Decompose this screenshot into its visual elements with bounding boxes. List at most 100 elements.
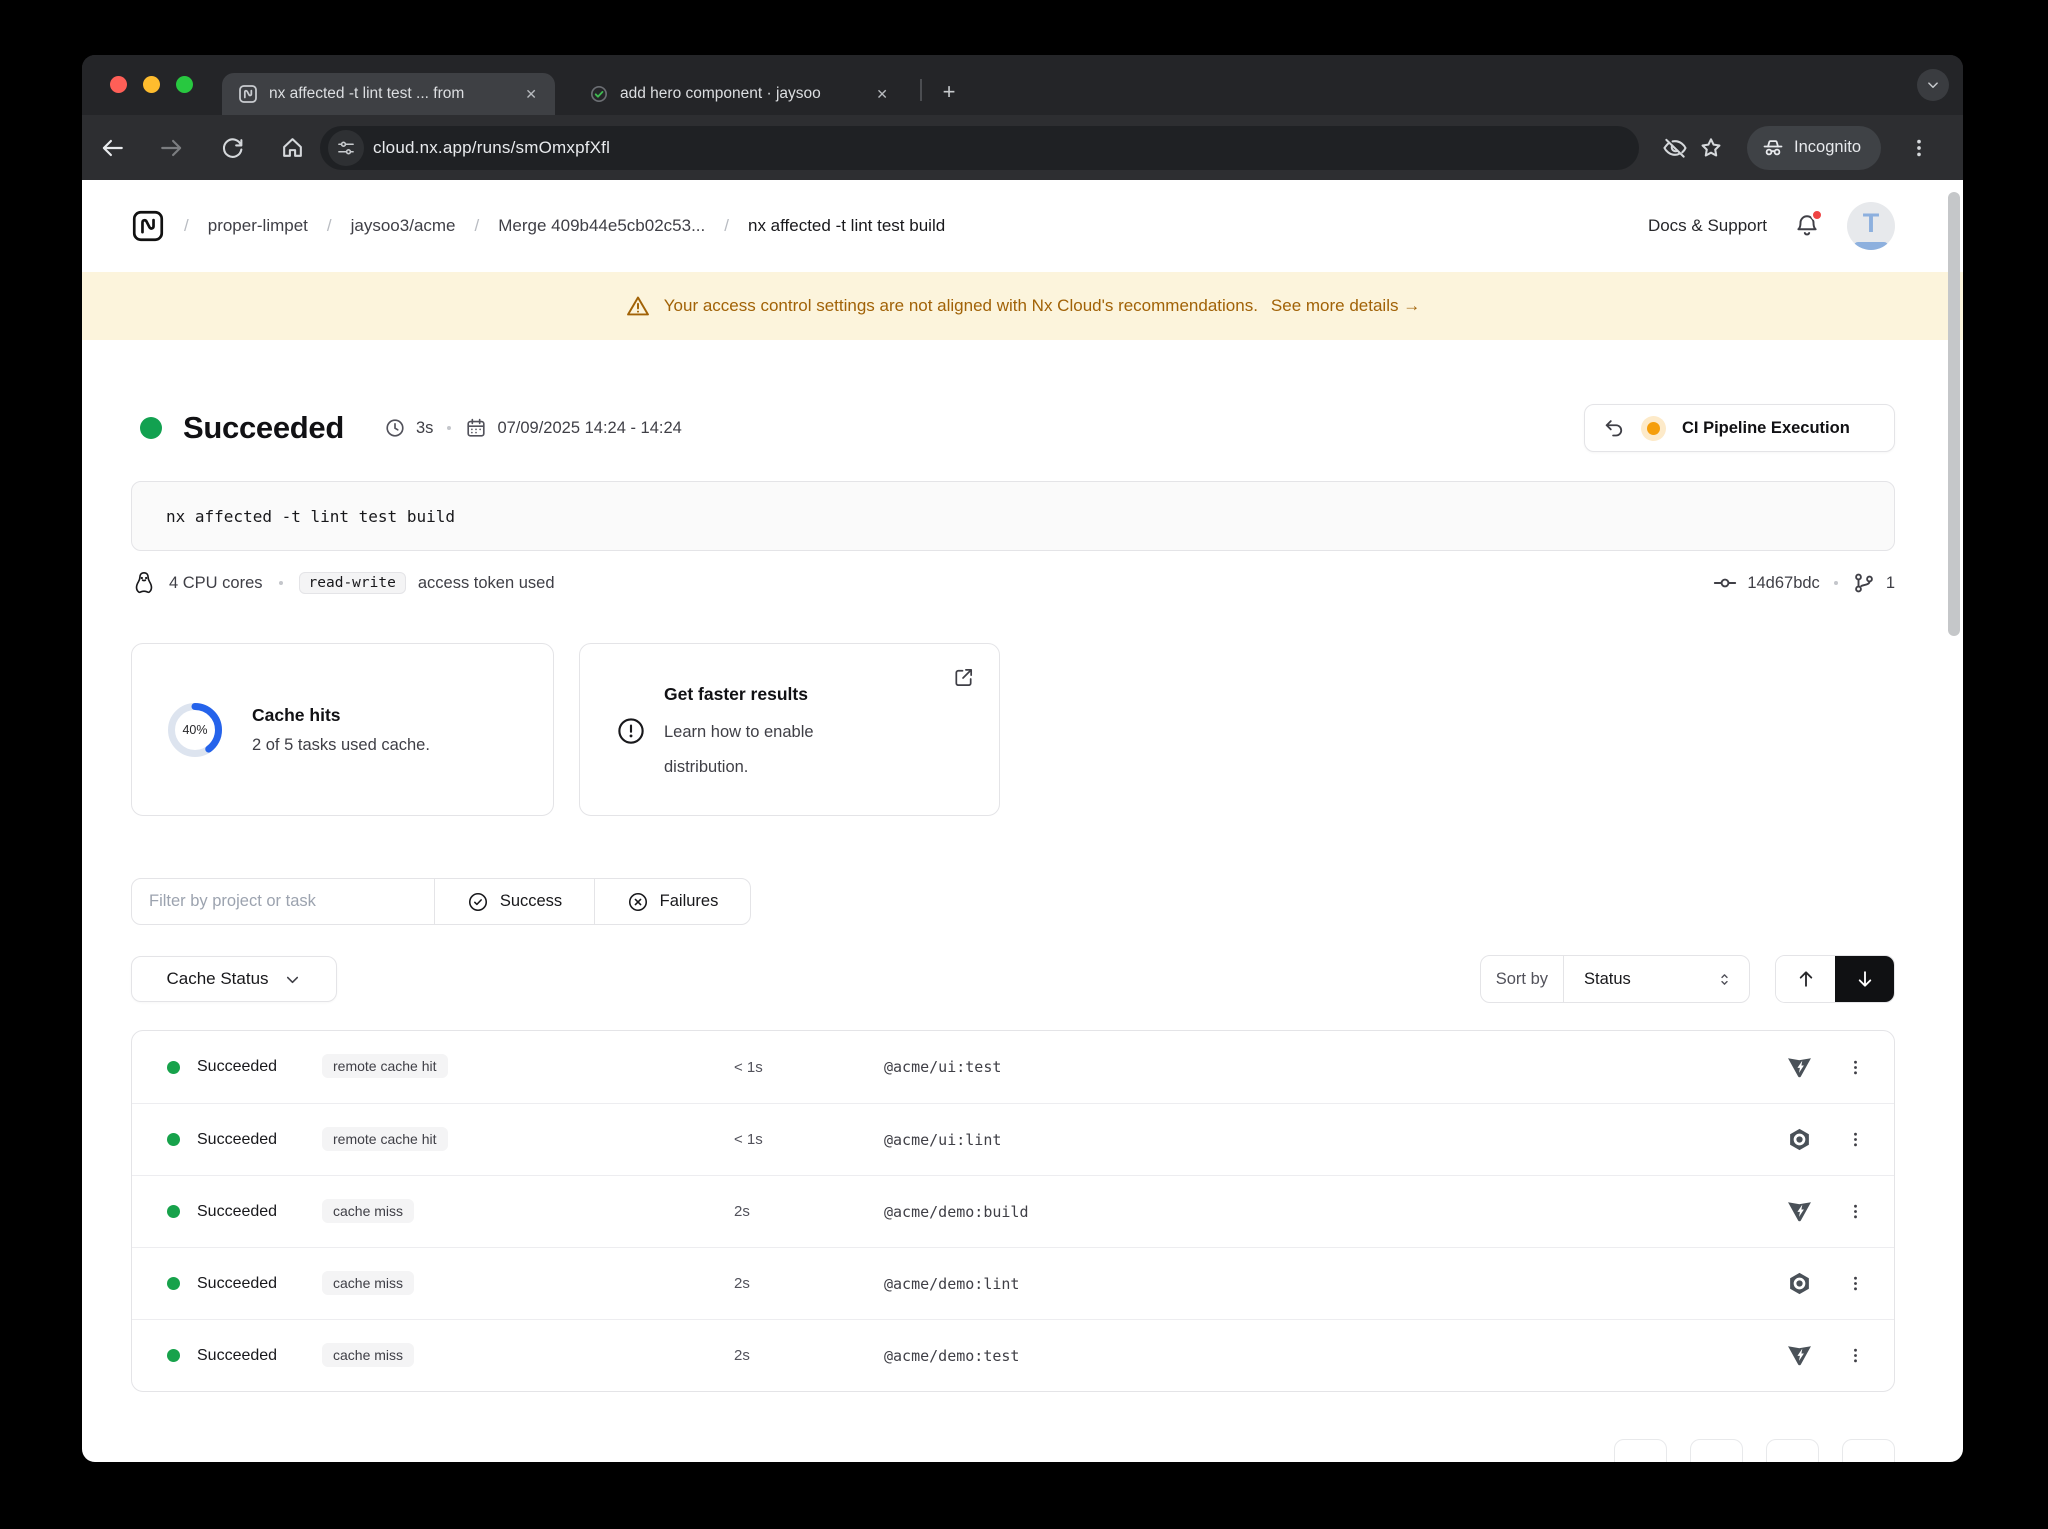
tab-close-icon[interactable]: ✕ xyxy=(872,84,892,105)
bookmark-star-icon[interactable] xyxy=(1693,132,1729,164)
cache-status-group-button[interactable]: Cache Status xyxy=(131,956,337,1002)
cache-hits-card: 40% Cache hits 2 of 5 tasks used cache. xyxy=(131,643,554,816)
minimize-window-button[interactable] xyxy=(143,76,160,93)
pagination-button[interactable] xyxy=(1690,1439,1743,1462)
status-dot xyxy=(140,417,162,439)
browser-tab-inactive[interactable]: add hero component · jaysoo ✕ xyxy=(573,73,906,115)
run-status-title: Succeeded xyxy=(183,410,344,446)
cpu-cores: 4 CPU cores xyxy=(169,574,263,593)
row-task-name: @acme/ui:test xyxy=(884,1058,1787,1076)
cache-status-chip: remote cache hit xyxy=(322,1054,448,1078)
page-scrollbar[interactable] xyxy=(1948,192,1960,636)
row-duration: 2s xyxy=(734,1275,884,1292)
access-token-chip: read-write xyxy=(299,572,406,594)
chevron-down-icon xyxy=(283,970,302,989)
chevrons-up-down-icon xyxy=(1716,971,1733,988)
back-button[interactable] xyxy=(94,130,130,166)
filter-failures-button[interactable]: Failures xyxy=(594,878,751,925)
branch-count[interactable]: 1 xyxy=(1886,574,1895,593)
browser-window: nx affected -t lint test ... from ✕ add … xyxy=(82,55,1963,1462)
tab-close-icon[interactable]: ✕ xyxy=(521,84,541,105)
browser-tab-active[interactable]: nx affected -t lint test ... from ✕ xyxy=(222,73,555,115)
new-tab-button[interactable]: + xyxy=(934,77,964,107)
row-status-dot xyxy=(167,1061,180,1074)
commit-hash[interactable]: 14d67bdc xyxy=(1747,574,1820,593)
breadcrumb-separator: / xyxy=(724,216,729,236)
forward-button[interactable] xyxy=(154,130,190,166)
banner-see-more-link[interactable]: See more details → xyxy=(1271,296,1420,316)
close-window-button[interactable] xyxy=(110,76,127,93)
notifications-bell-icon[interactable] xyxy=(1793,212,1821,240)
page-header: / proper-limpet / jaysoo3/acme / Merge 4… xyxy=(131,180,1895,272)
reading-mode-hidden-icon[interactable] xyxy=(1657,132,1693,164)
nx-logo-icon xyxy=(238,84,258,104)
row-task-name: @acme/ui:lint xyxy=(884,1131,1787,1149)
reload-button[interactable] xyxy=(214,130,250,166)
row-duration: < 1s xyxy=(734,1131,884,1148)
alert-circle-icon xyxy=(616,716,646,815)
faster-results-line2: distribution. xyxy=(664,750,814,785)
incognito-badge: Incognito xyxy=(1747,126,1881,170)
arrow-up-icon xyxy=(1795,968,1817,990)
pagination-row xyxy=(131,1439,1895,1462)
access-token-suffix: access token used xyxy=(418,574,555,593)
row-status-label: Succeeded xyxy=(197,1131,277,1149)
table-row[interactable]: Succeeded cache miss 2s @acme/demo:test xyxy=(132,1319,1894,1391)
pagination-button[interactable] xyxy=(1614,1439,1667,1462)
row-menu-kebab-icon[interactable] xyxy=(1846,1054,1864,1080)
failures-label: Failures xyxy=(660,892,719,911)
cache-hit-percent: 40% xyxy=(166,701,224,759)
sort-by-label: Sort by xyxy=(1481,956,1563,1002)
cache-hits-title: Cache hits xyxy=(252,705,430,726)
sort-ascending-button[interactable] xyxy=(1776,956,1835,1002)
breadcrumb-org[interactable]: proper-limpet xyxy=(208,216,308,236)
incognito-icon xyxy=(1761,136,1785,160)
tab-title: nx affected -t lint test ... from xyxy=(269,85,510,103)
x-circle-icon xyxy=(627,891,649,913)
breadcrumb-separator: / xyxy=(327,216,332,236)
sort-select[interactable]: Status xyxy=(1564,956,1749,1002)
ci-pipeline-execution-button[interactable]: CI Pipeline Execution xyxy=(1584,404,1895,452)
avatar[interactable]: T xyxy=(1847,202,1895,250)
filter-success-button[interactable]: Success xyxy=(434,878,595,925)
breadcrumb-repo[interactable]: jaysoo3/acme xyxy=(351,216,456,236)
row-menu-kebab-icon[interactable] xyxy=(1846,1271,1864,1297)
sort-direction-toggle xyxy=(1775,955,1895,1003)
calendar-icon xyxy=(465,417,487,439)
branch-icon xyxy=(1852,571,1876,595)
tab-title: add hero component · jaysoo xyxy=(620,85,861,103)
browser-menu-kebab-icon[interactable] xyxy=(1901,132,1937,164)
row-status-dot xyxy=(167,1277,180,1290)
nx-cloud-logo-icon[interactable] xyxy=(131,209,165,243)
sort-by-group: Sort by Status xyxy=(1480,955,1750,1003)
tab-search-button[interactable] xyxy=(1917,69,1949,101)
breadcrumb-cipe[interactable]: Merge 409b44e5cb02c53... xyxy=(498,216,705,236)
filter-input[interactable]: Filter by project or task xyxy=(131,878,435,925)
site-settings-icon[interactable] xyxy=(328,130,364,166)
row-menu-kebab-icon[interactable] xyxy=(1846,1343,1864,1369)
docs-support-link[interactable]: Docs & Support xyxy=(1648,216,1767,236)
row-status-label: Succeeded xyxy=(197,1058,277,1076)
maximize-window-button[interactable] xyxy=(176,76,193,93)
address-bar[interactable]: cloud.nx.app/runs/smOmxpfXfl xyxy=(320,126,1639,170)
row-duration: 2s xyxy=(734,1203,884,1220)
url-text: cloud.nx.app/runs/smOmxpfXfl xyxy=(373,138,610,158)
filter-bar: Filter by project or task Success Failur… xyxy=(131,878,1895,925)
task-table-body: Succeeded remote cache hit < 1s @acme/ui… xyxy=(132,1031,1894,1391)
table-row[interactable]: Succeeded remote cache hit < 1s @acme/ui… xyxy=(132,1103,1894,1175)
home-button[interactable] xyxy=(274,130,310,166)
row-menu-kebab-icon[interactable] xyxy=(1846,1127,1864,1153)
cache-hits-donut: 40% xyxy=(166,701,224,759)
pagination-button[interactable] xyxy=(1766,1439,1819,1462)
success-label: Success xyxy=(500,892,562,911)
pagination-button[interactable] xyxy=(1842,1439,1895,1462)
get-faster-results-card[interactable]: Get faster results Learn how to enable d… xyxy=(579,643,1000,816)
sort-descending-button[interactable] xyxy=(1835,956,1894,1002)
warning-triangle-icon xyxy=(625,293,651,319)
table-row[interactable]: Succeeded remote cache hit < 1s @acme/ui… xyxy=(132,1031,1894,1103)
table-row[interactable]: Succeeded cache miss 2s @acme/demo:build xyxy=(132,1175,1894,1247)
table-row[interactable]: Succeeded cache miss 2s @acme/demo:lint xyxy=(132,1247,1894,1319)
row-task-name: @acme/demo:lint xyxy=(884,1275,1787,1293)
cache-status-chip: cache miss xyxy=(322,1271,414,1295)
row-menu-kebab-icon[interactable] xyxy=(1846,1199,1864,1225)
